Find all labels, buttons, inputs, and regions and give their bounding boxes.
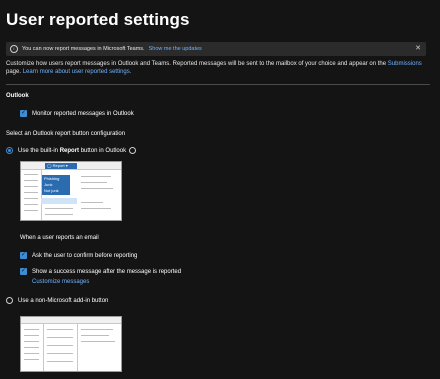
checkmark-icon: ✓ bbox=[20, 268, 27, 274]
info-icon: i bbox=[10, 45, 18, 53]
info-icon[interactable] bbox=[129, 147, 137, 154]
submissions-link[interactable]: Submissions bbox=[388, 61, 422, 67]
checkmark-icon: ✓ bbox=[20, 252, 27, 258]
menu-item-not-junk: Not junk bbox=[44, 188, 59, 193]
confirm-checkbox[interactable]: ✓ bbox=[20, 252, 27, 259]
illustration-report-button: ◯ Report ▾ bbox=[45, 163, 77, 169]
when-reports-heading: When a user reports an email bbox=[20, 235, 99, 241]
show-updates-link[interactable]: Show me the updates bbox=[149, 46, 202, 52]
builtin-report-radio[interactable] bbox=[6, 147, 13, 154]
checkmark-icon: ✓ bbox=[20, 110, 27, 116]
description: Customize how users report messages in O… bbox=[6, 60, 426, 76]
builtin-prefix: Use the built-in bbox=[18, 147, 59, 154]
customize-messages-link[interactable]: Customize messages bbox=[32, 279, 89, 285]
config-heading: Select an Outlook report button configur… bbox=[6, 131, 126, 137]
learn-more-link[interactable]: Learn more about user reported settings. bbox=[23, 69, 132, 75]
nonms-label: Use a non-Microsoft add-in button bbox=[18, 297, 109, 304]
nonms-radio-row[interactable]: Use a non-Microsoft add-in button bbox=[6, 297, 108, 304]
monitor-outlook-label: Monitor reported messages in Outlook bbox=[32, 110, 134, 117]
outlook-heading: Outlook bbox=[6, 93, 29, 99]
teams-banner: i You can now report messages in Microso… bbox=[6, 42, 426, 56]
report-icon: ◯ bbox=[47, 163, 52, 168]
success-label: Show a success message after the message… bbox=[32, 268, 182, 275]
page-title: User reported settings bbox=[6, 10, 190, 29]
menu-item-junk: Junk bbox=[44, 182, 53, 187]
illustration-report-menu: Phishing Junk Not junk bbox=[42, 175, 70, 195]
builtin-report-radio-row[interactable]: Use the built-in Report button in Outloo… bbox=[6, 147, 137, 154]
builtin-bold: Report bbox=[59, 147, 80, 154]
success-row[interactable]: ✓ Show a success message after the messa… bbox=[20, 268, 181, 275]
banner-text: You can now report messages in Microsoft… bbox=[22, 46, 145, 52]
monitor-outlook-row[interactable]: ✓ Monitor reported messages in Outlook bbox=[20, 110, 134, 117]
menu-item-phishing: Phishing bbox=[44, 176, 60, 181]
monitor-outlook-checkbox[interactable]: ✓ bbox=[20, 110, 27, 117]
success-checkbox[interactable]: ✓ bbox=[20, 268, 27, 275]
description-text-2: page. bbox=[6, 69, 22, 75]
section-divider bbox=[6, 84, 430, 85]
nonms-radio[interactable] bbox=[6, 297, 13, 304]
builtin-report-illustration: ◯ Report ▾ Phishing Junk Not junk bbox=[20, 161, 122, 221]
close-icon[interactable]: ✕ bbox=[415, 44, 421, 52]
description-text: Customize how users report messages in O… bbox=[6, 61, 387, 67]
builtin-suffix: button in Outlook bbox=[80, 147, 127, 154]
confirm-label: Ask the user to confirm before reporting bbox=[32, 252, 138, 259]
confirm-row[interactable]: ✓ Ask the user to confirm before reporti… bbox=[20, 252, 137, 259]
nonms-illustration bbox=[20, 316, 122, 372]
